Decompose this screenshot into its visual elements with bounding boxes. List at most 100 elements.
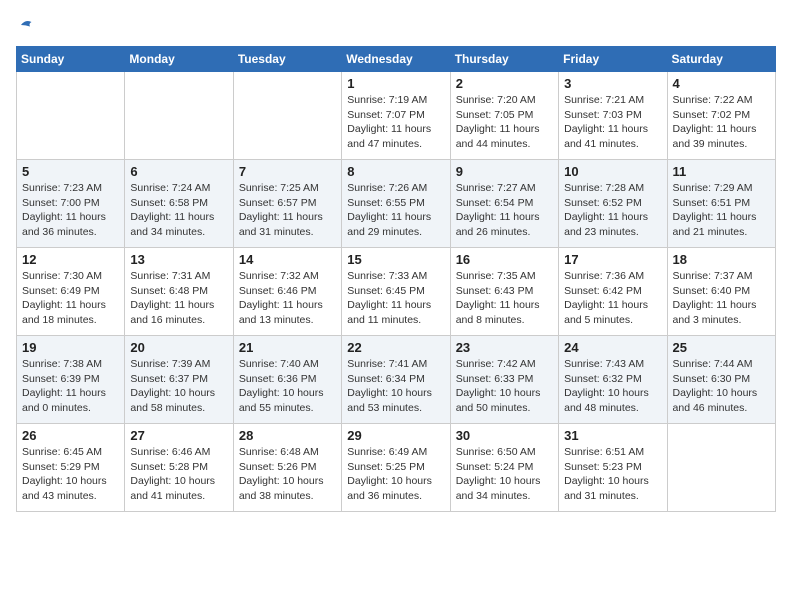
day-info: Sunrise: 6:50 AMSunset: 5:24 PMDaylight:… xyxy=(456,445,553,504)
day-number: 13 xyxy=(130,252,227,267)
day-info: Sunrise: 7:40 AMSunset: 6:36 PMDaylight:… xyxy=(239,357,336,416)
day-number: 25 xyxy=(673,340,770,355)
calendar-cell: 8 Sunrise: 7:26 AMSunset: 6:55 PMDayligh… xyxy=(342,160,450,248)
day-number: 7 xyxy=(239,164,336,179)
day-info: Sunrise: 7:26 AMSunset: 6:55 PMDaylight:… xyxy=(347,181,444,240)
day-info: Sunrise: 7:33 AMSunset: 6:45 PMDaylight:… xyxy=(347,269,444,328)
day-info: Sunrise: 7:35 AMSunset: 6:43 PMDaylight:… xyxy=(456,269,553,328)
day-number: 5 xyxy=(22,164,119,179)
day-number: 2 xyxy=(456,76,553,91)
logo xyxy=(16,16,38,34)
calendar-cell: 12 Sunrise: 7:30 AMSunset: 6:49 PMDaylig… xyxy=(17,248,125,336)
day-number: 11 xyxy=(673,164,770,179)
calendar-cell: 20 Sunrise: 7:39 AMSunset: 6:37 PMDaylig… xyxy=(125,336,233,424)
day-info: Sunrise: 7:32 AMSunset: 6:46 PMDaylight:… xyxy=(239,269,336,328)
calendar-cell: 17 Sunrise: 7:36 AMSunset: 6:42 PMDaylig… xyxy=(559,248,667,336)
day-info: Sunrise: 7:42 AMSunset: 6:33 PMDaylight:… xyxy=(456,357,553,416)
day-info: Sunrise: 6:45 AMSunset: 5:29 PMDaylight:… xyxy=(22,445,119,504)
day-info: Sunrise: 6:46 AMSunset: 5:28 PMDaylight:… xyxy=(130,445,227,504)
day-number: 20 xyxy=(130,340,227,355)
day-info: Sunrise: 7:20 AMSunset: 7:05 PMDaylight:… xyxy=(456,93,553,152)
day-info: Sunrise: 7:31 AMSunset: 6:48 PMDaylight:… xyxy=(130,269,227,328)
calendar-cell: 10 Sunrise: 7:28 AMSunset: 6:52 PMDaylig… xyxy=(559,160,667,248)
calendar-cell: 19 Sunrise: 7:38 AMSunset: 6:39 PMDaylig… xyxy=(17,336,125,424)
day-info: Sunrise: 7:37 AMSunset: 6:40 PMDaylight:… xyxy=(673,269,770,328)
calendar-cell xyxy=(125,72,233,160)
day-info: Sunrise: 7:36 AMSunset: 6:42 PMDaylight:… xyxy=(564,269,661,328)
day-info: Sunrise: 7:44 AMSunset: 6:30 PMDaylight:… xyxy=(673,357,770,416)
calendar-cell: 31 Sunrise: 6:51 AMSunset: 5:23 PMDaylig… xyxy=(559,424,667,512)
calendar-cell: 27 Sunrise: 6:46 AMSunset: 5:28 PMDaylig… xyxy=(125,424,233,512)
day-info: Sunrise: 6:48 AMSunset: 5:26 PMDaylight:… xyxy=(239,445,336,504)
col-header-sunday: Sunday xyxy=(17,47,125,72)
day-number: 9 xyxy=(456,164,553,179)
calendar-cell xyxy=(17,72,125,160)
col-header-thursday: Thursday xyxy=(450,47,558,72)
calendar-cell: 28 Sunrise: 6:48 AMSunset: 5:26 PMDaylig… xyxy=(233,424,341,512)
day-number: 22 xyxy=(347,340,444,355)
calendar-cell: 26 Sunrise: 6:45 AMSunset: 5:29 PMDaylig… xyxy=(17,424,125,512)
day-number: 31 xyxy=(564,428,661,443)
calendar-cell: 21 Sunrise: 7:40 AMSunset: 6:36 PMDaylig… xyxy=(233,336,341,424)
day-number: 14 xyxy=(239,252,336,267)
calendar-cell: 6 Sunrise: 7:24 AMSunset: 6:58 PMDayligh… xyxy=(125,160,233,248)
day-number: 19 xyxy=(22,340,119,355)
col-header-wednesday: Wednesday xyxy=(342,47,450,72)
calendar-cell: 23 Sunrise: 7:42 AMSunset: 6:33 PMDaylig… xyxy=(450,336,558,424)
page-header xyxy=(16,16,776,34)
day-info: Sunrise: 7:28 AMSunset: 6:52 PMDaylight:… xyxy=(564,181,661,240)
calendar-cell: 13 Sunrise: 7:31 AMSunset: 6:48 PMDaylig… xyxy=(125,248,233,336)
calendar-cell: 2 Sunrise: 7:20 AMSunset: 7:05 PMDayligh… xyxy=(450,72,558,160)
day-number: 29 xyxy=(347,428,444,443)
day-number: 26 xyxy=(22,428,119,443)
day-info: Sunrise: 7:29 AMSunset: 6:51 PMDaylight:… xyxy=(673,181,770,240)
calendar-cell xyxy=(233,72,341,160)
calendar-cell: 14 Sunrise: 7:32 AMSunset: 6:46 PMDaylig… xyxy=(233,248,341,336)
day-number: 12 xyxy=(22,252,119,267)
calendar-cell: 22 Sunrise: 7:41 AMSunset: 6:34 PMDaylig… xyxy=(342,336,450,424)
day-info: Sunrise: 7:41 AMSunset: 6:34 PMDaylight:… xyxy=(347,357,444,416)
day-info: Sunrise: 7:21 AMSunset: 7:03 PMDaylight:… xyxy=(564,93,661,152)
calendar-cell: 9 Sunrise: 7:27 AMSunset: 6:54 PMDayligh… xyxy=(450,160,558,248)
calendar-cell: 25 Sunrise: 7:44 AMSunset: 6:30 PMDaylig… xyxy=(667,336,775,424)
calendar-table: SundayMondayTuesdayWednesdayThursdayFrid… xyxy=(16,46,776,512)
day-info: Sunrise: 7:24 AMSunset: 6:58 PMDaylight:… xyxy=(130,181,227,240)
day-info: Sunrise: 6:51 AMSunset: 5:23 PMDaylight:… xyxy=(564,445,661,504)
day-number: 23 xyxy=(456,340,553,355)
day-number: 16 xyxy=(456,252,553,267)
day-info: Sunrise: 7:30 AMSunset: 6:49 PMDaylight:… xyxy=(22,269,119,328)
day-number: 21 xyxy=(239,340,336,355)
calendar-cell xyxy=(667,424,775,512)
calendar-cell: 7 Sunrise: 7:25 AMSunset: 6:57 PMDayligh… xyxy=(233,160,341,248)
day-info: Sunrise: 7:39 AMSunset: 6:37 PMDaylight:… xyxy=(130,357,227,416)
day-number: 15 xyxy=(347,252,444,267)
calendar-cell: 16 Sunrise: 7:35 AMSunset: 6:43 PMDaylig… xyxy=(450,248,558,336)
day-number: 1 xyxy=(347,76,444,91)
calendar-cell: 11 Sunrise: 7:29 AMSunset: 6:51 PMDaylig… xyxy=(667,160,775,248)
day-number: 3 xyxy=(564,76,661,91)
day-info: Sunrise: 7:38 AMSunset: 6:39 PMDaylight:… xyxy=(22,357,119,416)
day-number: 10 xyxy=(564,164,661,179)
day-number: 17 xyxy=(564,252,661,267)
day-info: Sunrise: 7:27 AMSunset: 6:54 PMDaylight:… xyxy=(456,181,553,240)
day-info: Sunrise: 7:23 AMSunset: 7:00 PMDaylight:… xyxy=(22,181,119,240)
logo-bird-icon xyxy=(18,16,36,34)
calendar-cell: 5 Sunrise: 7:23 AMSunset: 7:00 PMDayligh… xyxy=(17,160,125,248)
calendar-cell: 29 Sunrise: 6:49 AMSunset: 5:25 PMDaylig… xyxy=(342,424,450,512)
day-number: 4 xyxy=(673,76,770,91)
col-header-monday: Monday xyxy=(125,47,233,72)
day-info: Sunrise: 7:22 AMSunset: 7:02 PMDaylight:… xyxy=(673,93,770,152)
day-number: 6 xyxy=(130,164,227,179)
day-number: 24 xyxy=(564,340,661,355)
day-number: 18 xyxy=(673,252,770,267)
day-info: Sunrise: 6:49 AMSunset: 5:25 PMDaylight:… xyxy=(347,445,444,504)
col-header-tuesday: Tuesday xyxy=(233,47,341,72)
calendar-cell: 1 Sunrise: 7:19 AMSunset: 7:07 PMDayligh… xyxy=(342,72,450,160)
day-number: 8 xyxy=(347,164,444,179)
day-info: Sunrise: 7:19 AMSunset: 7:07 PMDaylight:… xyxy=(347,93,444,152)
col-header-friday: Friday xyxy=(559,47,667,72)
day-number: 30 xyxy=(456,428,553,443)
calendar-cell: 24 Sunrise: 7:43 AMSunset: 6:32 PMDaylig… xyxy=(559,336,667,424)
day-info: Sunrise: 7:25 AMSunset: 6:57 PMDaylight:… xyxy=(239,181,336,240)
calendar-cell: 3 Sunrise: 7:21 AMSunset: 7:03 PMDayligh… xyxy=(559,72,667,160)
